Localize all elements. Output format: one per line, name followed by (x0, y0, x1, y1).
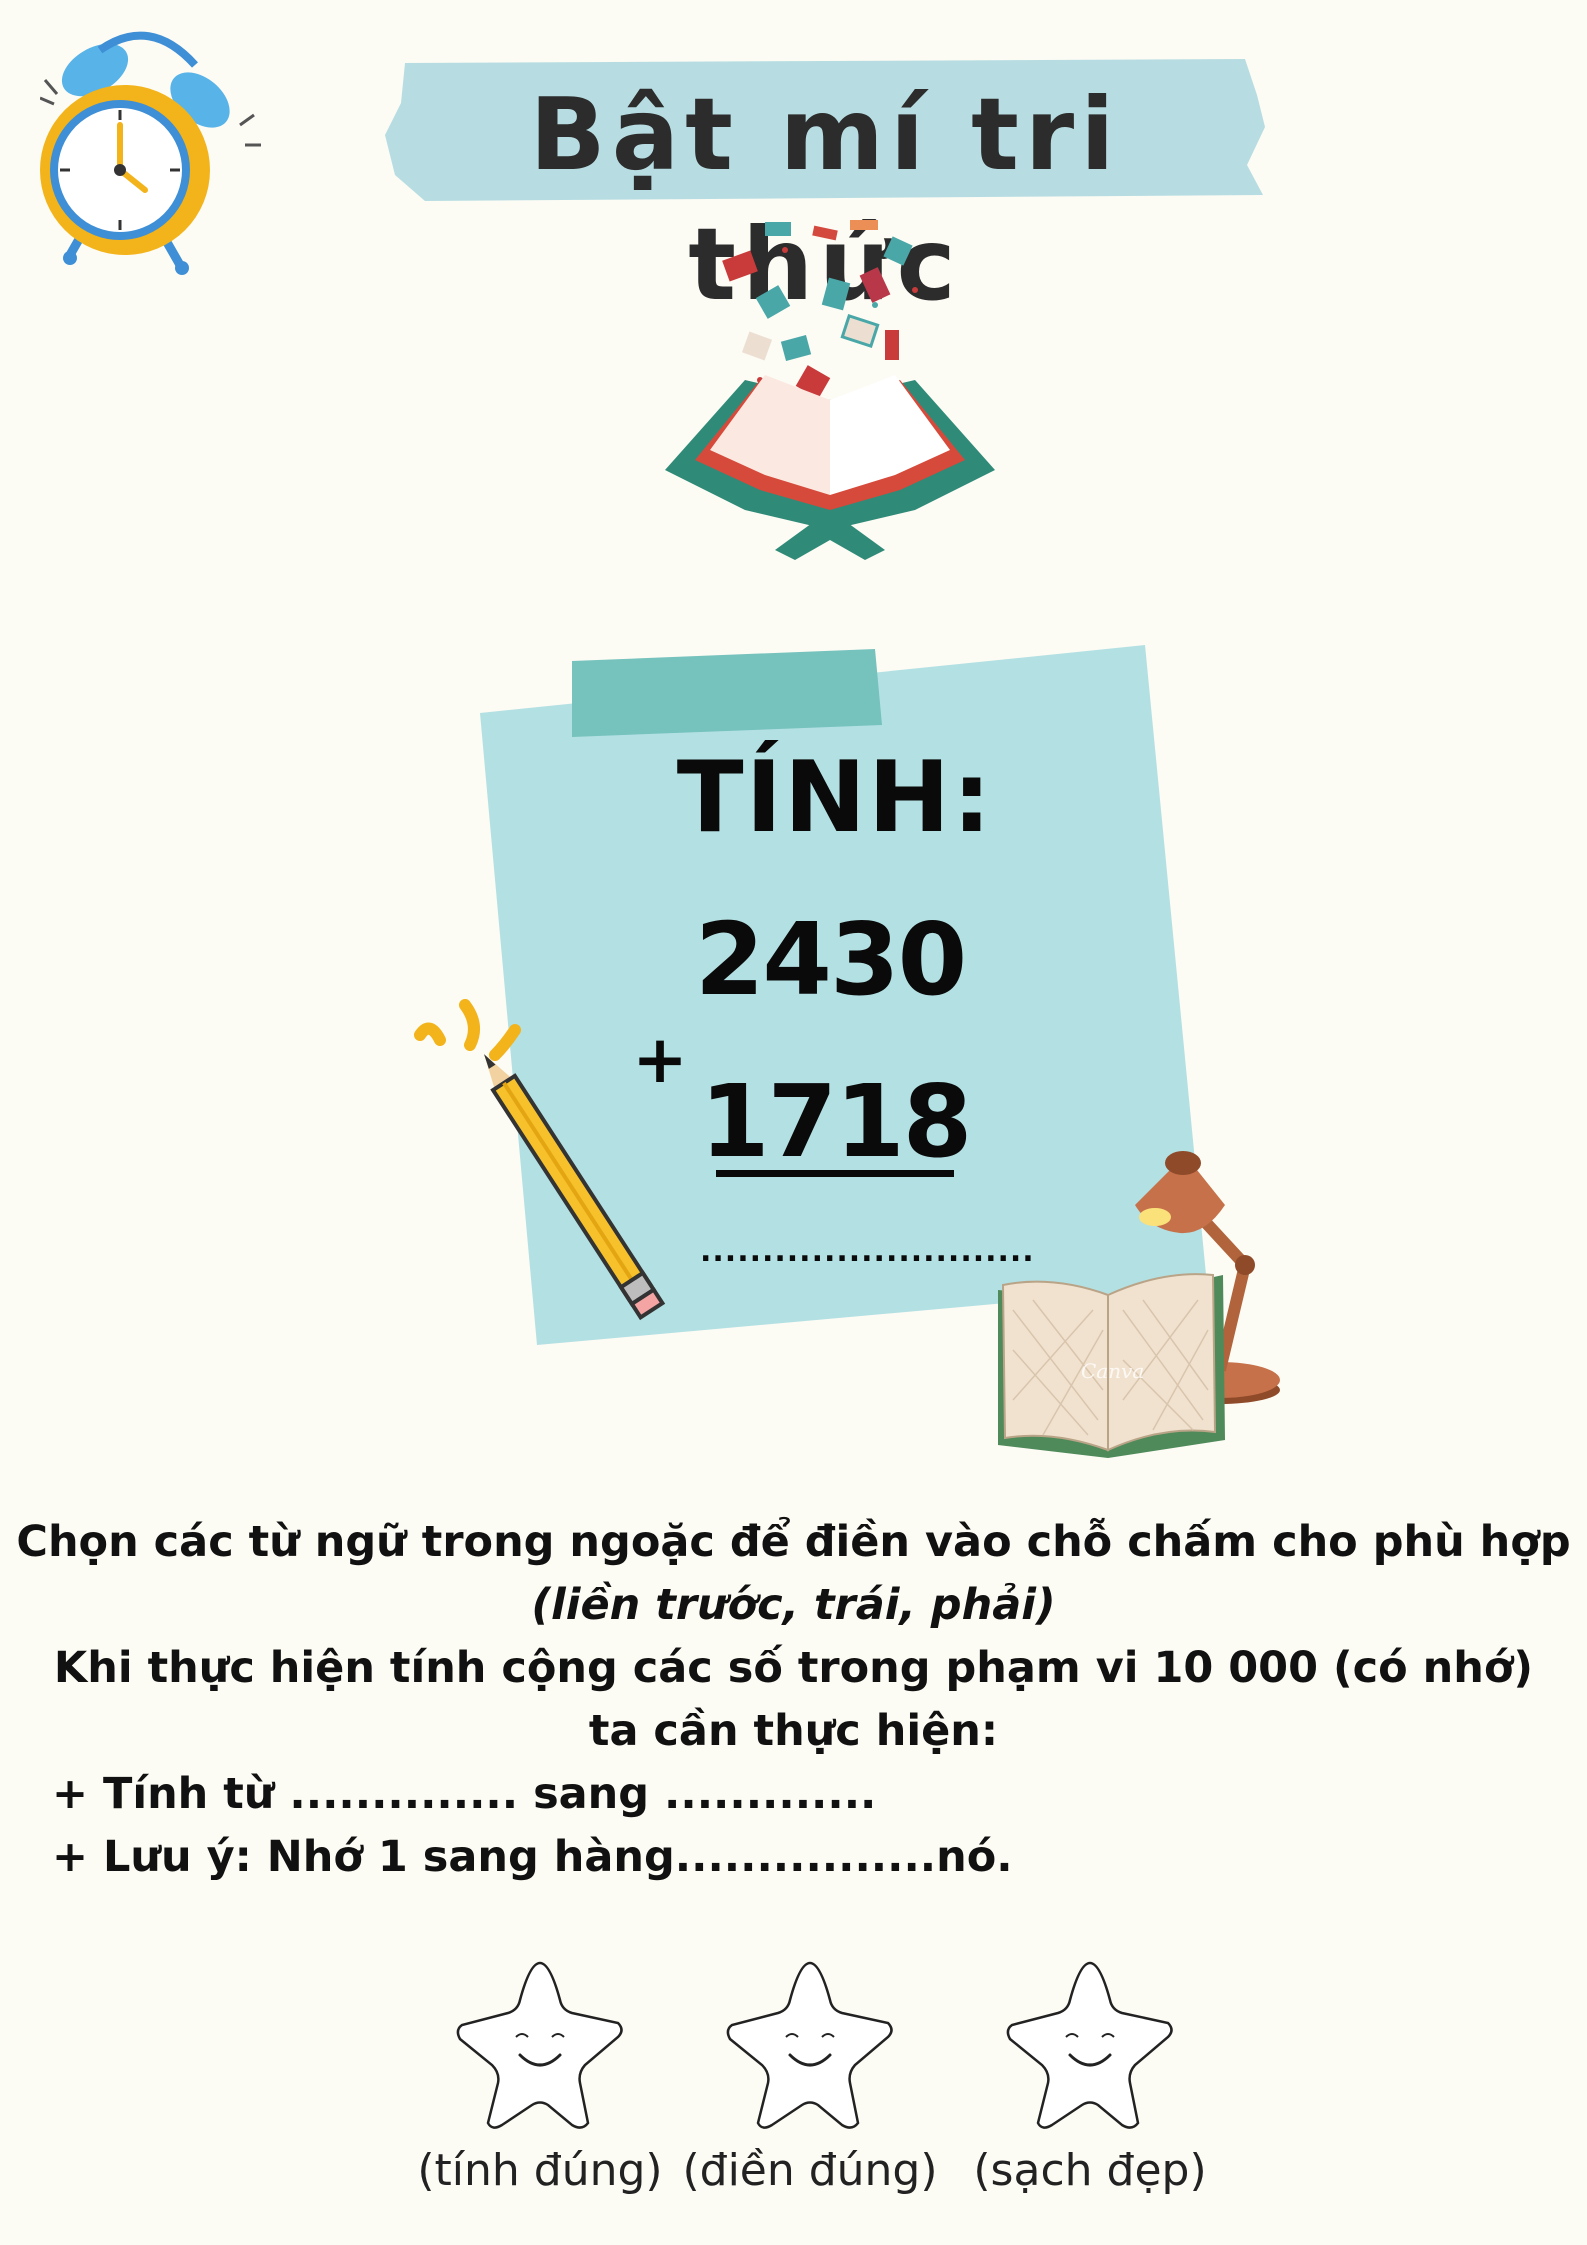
word-options: (liền trước, trái, phải) (531, 1580, 1056, 1630)
pencil-icon (414, 999, 666, 1321)
star-label-1: (tính đúng) (417, 2145, 663, 2196)
rule-text-line1: Khi thực hiện tính cộng các số trong phạ… (53, 1643, 1534, 1693)
star-rating-icon-2[interactable] (720, 1955, 900, 2135)
calc-label: TÍNH: (676, 741, 994, 855)
star-rating-icon-3[interactable] (1000, 1955, 1180, 2135)
number-1: 2430 (694, 901, 967, 1018)
sum-underline (716, 1170, 954, 1177)
open-notebook-icon: Canva (998, 1273, 1225, 1458)
step-1-fill-blank: + Tính từ .............. sang ..........… (52, 1769, 877, 1819)
star-label-2: (điền đúng) (682, 2145, 938, 2196)
star-label-3: (sạch đẹp) (973, 2145, 1207, 2196)
answer-blank: ........................... (700, 1234, 1035, 1269)
notebook-watermark: Canva (1081, 1359, 1144, 1383)
instruction-text: Chọn các từ ngữ trong ngoặc để điền vào … (16, 1517, 1571, 1567)
star-rating-icon-1[interactable] (450, 1955, 630, 2135)
open-book-flying-books-icon (665, 220, 995, 560)
number-2: 1718 (700, 1063, 972, 1180)
rule-text-line2: ta cần thực hiện: (588, 1706, 999, 1756)
alarm-clock-icon (40, 31, 261, 275)
step-2-fill-blank: + Lưu ý: Nhớ 1 sang hàng................… (52, 1832, 1013, 1882)
